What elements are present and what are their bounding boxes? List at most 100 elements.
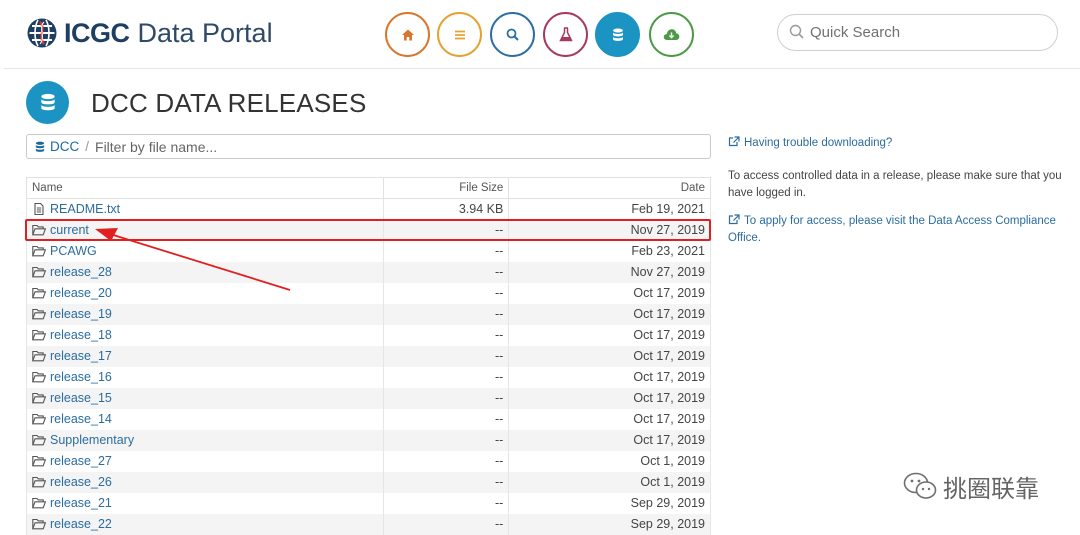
wechat-icon — [903, 472, 937, 499]
file-size-cell: -- — [382, 345, 510, 367]
name-cell: release_28 — [26, 261, 384, 283]
nav-list-button[interactable] — [437, 12, 482, 57]
folder-open-icon — [32, 476, 46, 488]
folder-open-icon — [32, 518, 46, 530]
folder-open-icon — [32, 224, 46, 236]
folder-link[interactable]: Supplementary — [50, 433, 134, 447]
column-header-name[interactable]: Name — [26, 177, 384, 199]
date-cell: Oct 17, 2019 — [508, 345, 711, 367]
name-cell: README.txt — [26, 198, 384, 220]
file-size-cell: -- — [382, 492, 510, 514]
date-cell: Oct 17, 2019 — [508, 282, 711, 304]
cloud-download-icon — [663, 29, 680, 40]
folder-open-icon — [32, 329, 46, 341]
file-size-cell: -- — [382, 240, 510, 262]
table-row: release_27 -- Oct 1, 2019 — [26, 450, 711, 472]
folder-link[interactable]: release_27 — [50, 454, 112, 468]
name-cell: release_21 — [26, 492, 384, 514]
file-size-cell: -- — [382, 261, 510, 283]
folder-link[interactable]: release_19 — [50, 307, 112, 321]
search-icon — [506, 28, 519, 41]
controlled-access-text: To access controlled data in a release, … — [728, 170, 1062, 199]
date-cell: Sep 29, 2019 — [508, 513, 711, 535]
list-icon — [454, 30, 465, 39]
table-row: PCAWG -- Feb 23, 2021 — [26, 240, 711, 262]
folder-link[interactable]: current — [50, 223, 89, 237]
folder-open-icon — [32, 308, 46, 320]
nav-releases-button[interactable] — [595, 12, 640, 57]
name-cell: release_15 — [26, 387, 384, 409]
table-row: release_16 -- Oct 17, 2019 — [26, 366, 711, 388]
folder-link[interactable]: release_22 — [50, 517, 112, 531]
name-cell: release_20 — [26, 282, 384, 304]
folder-link[interactable]: release_18 — [50, 328, 112, 342]
folder-link[interactable]: release_20 — [50, 286, 112, 300]
folder-link[interactable]: release_28 — [50, 265, 112, 279]
file-size-cell: 3.94 KB — [382, 198, 510, 220]
folder-link[interactable]: release_21 — [50, 496, 112, 510]
table-row: release_22 -- Sep 29, 2019 — [26, 513, 711, 535]
table-body: README.txt 3.94 KB Feb 19, 2021 current -- No… — [26, 198, 711, 535]
date-cell: Sep 29, 2019 — [508, 492, 711, 514]
folder-link[interactable]: release_16 — [50, 370, 112, 384]
table-row: Supplementary -- Oct 17, 2019 — [26, 429, 711, 451]
table-row: release_18 -- Oct 17, 2019 — [26, 324, 711, 346]
table-row: README.txt 3.94 KB Feb 19, 2021 — [26, 198, 711, 220]
external-link-icon — [728, 136, 740, 147]
folder-link[interactable]: release_14 — [50, 412, 112, 426]
column-header-file-size[interactable]: File Size — [382, 177, 510, 199]
icgc-logo[interactable]: ICGC Data Portal — [26, 14, 273, 52]
folder-link[interactable]: PCAWG — [50, 244, 97, 258]
watermark-text: 挑圈联靠 — [943, 474, 1039, 503]
table-row: release_15 -- Oct 17, 2019 — [26, 387, 711, 409]
table-row: release_28 -- Nov 27, 2019 — [26, 261, 711, 283]
folder-open-icon — [32, 413, 46, 425]
column-header-date[interactable]: Date — [508, 177, 711, 199]
folder-open-icon — [32, 350, 46, 362]
database-icon — [35, 141, 45, 152]
file-size-cell: -- — [382, 282, 510, 304]
nav-search-button[interactable] — [490, 12, 535, 57]
logo-text-bold: ICGC — [64, 17, 130, 48]
file-size-cell: -- — [382, 450, 510, 472]
name-cell: release_22 — [26, 513, 384, 535]
file-size-cell: -- — [382, 324, 510, 346]
date-cell: Oct 17, 2019 — [508, 408, 711, 430]
icgc-globe-icon — [27, 18, 57, 48]
table-row: release_21 -- Sep 29, 2019 — [26, 492, 711, 514]
trouble-downloading-link[interactable]: Having trouble downloading? — [744, 137, 892, 149]
nav-download-button[interactable] — [649, 12, 694, 57]
file-link[interactable]: README.txt — [50, 202, 120, 216]
date-cell: Oct 17, 2019 — [508, 429, 711, 451]
nav-analysis-button[interactable] — [543, 12, 588, 57]
folder-link[interactable]: release_15 — [50, 391, 112, 405]
date-cell: Oct 17, 2019 — [508, 324, 711, 346]
quick-search-input[interactable] — [810, 20, 1050, 44]
folder-open-icon — [32, 266, 46, 278]
database-icon — [40, 93, 55, 111]
watermark: 挑圈联靠 — [903, 468, 1039, 504]
folder-link[interactable]: release_26 — [50, 475, 112, 489]
filename-filter-input[interactable] — [95, 138, 656, 155]
name-cell: release_26 — [26, 471, 384, 493]
nav-home-button[interactable] — [385, 12, 430, 57]
folder-open-icon — [32, 371, 46, 383]
logo-text-light: Data Portal — [137, 17, 273, 48]
breadcrumb-dcc-link[interactable]: DCC — [50, 139, 79, 154]
folder-open-icon — [32, 455, 46, 467]
data-access-compliance-link[interactable]: To apply for access, please visit the Da… — [728, 215, 1056, 244]
table-row: release_19 -- Oct 17, 2019 — [26, 303, 711, 325]
date-cell: Feb 19, 2021 — [508, 198, 711, 220]
breadcrumb-separator: / — [85, 139, 90, 154]
name-cell: current — [26, 219, 384, 241]
download-help-panel: Having trouble downloading? To access co… — [728, 135, 1063, 258]
table-row: release_20 -- Oct 17, 2019 — [26, 282, 711, 304]
file-size-cell: -- — [382, 429, 510, 451]
date-cell: Oct 17, 2019 — [508, 366, 711, 388]
date-cell: Oct 17, 2019 — [508, 303, 711, 325]
folder-link[interactable]: release_17 — [50, 349, 112, 363]
date-cell: Oct 1, 2019 — [508, 450, 711, 472]
quick-search[interactable] — [777, 14, 1058, 51]
file-text-icon — [34, 203, 44, 216]
folder-open-icon — [32, 497, 46, 509]
